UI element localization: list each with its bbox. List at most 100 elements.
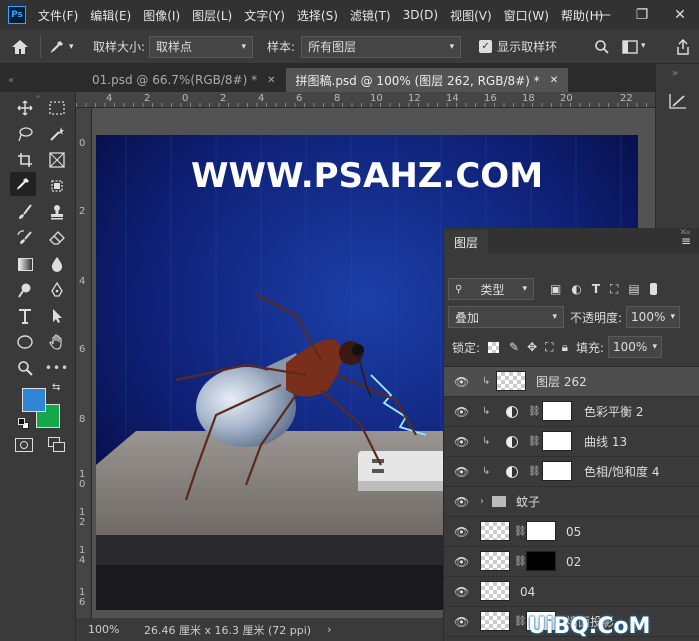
eye-icon[interactable]: 👁︎ xyxy=(454,555,469,569)
eye-icon[interactable]: 👁︎ xyxy=(454,495,469,509)
blend-mode-select[interactable]: 叠加 ▾ xyxy=(448,306,564,328)
menu-edit[interactable]: 编辑(E) xyxy=(84,7,137,24)
lasso-tool-icon[interactable] xyxy=(12,122,38,146)
tab-pintugao-psd[interactable]: 拼图稿.psd @ 100% (图层 262, RGB/8#) * ✕ xyxy=(285,68,569,92)
eyedropper-tool-icon[interactable] xyxy=(10,172,36,196)
zoom-level[interactable]: 100% xyxy=(88,623,128,636)
minimize-button[interactable]: — xyxy=(585,0,623,30)
pen-tool-icon[interactable] xyxy=(44,278,70,302)
smart-object-filter-icon[interactable]: ▤ xyxy=(628,282,639,296)
show-ring-checkbox[interactable]: ✓ xyxy=(479,40,493,53)
layer-row-hue-saturation[interactable]: 👁︎ ↳ ⛓ 色相/饱和度 4 xyxy=(444,457,699,487)
lock-image-icon[interactable]: ✎ xyxy=(509,340,519,354)
history-brush-tool-icon[interactable] xyxy=(12,226,38,250)
share-icon[interactable] xyxy=(676,38,690,58)
hand-tool-icon[interactable] xyxy=(44,330,70,354)
properties-panel-icon[interactable] xyxy=(668,92,688,113)
layer-name[interactable]: 曲线 13 xyxy=(584,433,627,450)
close-icon[interactable]: ✕ xyxy=(550,75,558,86)
collapse-icon[interactable]: « xyxy=(0,68,82,92)
eraser-tool-icon[interactable] xyxy=(44,226,70,250)
blur-tool-icon[interactable] xyxy=(44,252,70,276)
menu-filter[interactable]: 滤镜(T) xyxy=(344,7,397,24)
type-tool-icon[interactable] xyxy=(12,304,38,328)
lock-transparent-icon[interactable] xyxy=(488,341,500,353)
eye-icon[interactable]: 👁︎ xyxy=(454,525,469,539)
chevron-right-icon[interactable]: › xyxy=(480,496,484,507)
eye-icon[interactable]: 👁︎ xyxy=(454,465,469,479)
crop-tool-icon[interactable] xyxy=(12,148,38,172)
magic-wand-tool-icon[interactable] xyxy=(44,122,70,146)
path-select-tool-icon[interactable] xyxy=(44,304,70,328)
close-icon[interactable]: ✕ xyxy=(267,75,275,86)
sample-size-select[interactable]: 取样点 ▾ xyxy=(149,35,254,58)
menu-file[interactable]: 文件(F) xyxy=(32,7,84,24)
fill-input[interactable]: 100% ▾ xyxy=(608,336,663,358)
menu-type[interactable]: 文字(Y) xyxy=(238,7,291,24)
close-button[interactable]: ✕ xyxy=(661,0,699,30)
layer-row-curves[interactable]: 👁︎ ↳ ⛓ 曲线 13 xyxy=(444,427,699,457)
object-select-tool-icon[interactable] xyxy=(44,174,70,198)
dodge-tool-icon[interactable] xyxy=(12,278,38,302)
layer-name[interactable]: 色相/饱和度 4 xyxy=(584,463,660,480)
eye-icon[interactable]: 👁︎ xyxy=(454,375,469,389)
restore-button[interactable]: ❐ xyxy=(623,0,661,30)
opacity-input[interactable]: 100% ▾ xyxy=(626,306,681,328)
lock-all-icon[interactable]: 🔒︎ xyxy=(562,340,568,355)
type-filter-icon[interactable]: T xyxy=(592,282,600,296)
workspace-icon[interactable] xyxy=(622,40,638,57)
sample-select[interactable]: 所有图层 ▾ xyxy=(301,35,462,58)
stamp-tool-icon[interactable] xyxy=(44,200,70,224)
layer-name[interactable]: 蚊子 xyxy=(516,493,540,510)
eye-icon[interactable]: 👁︎ xyxy=(454,435,469,449)
home-icon[interactable] xyxy=(0,30,40,64)
menu-window[interactable]: 窗口(W) xyxy=(498,7,555,24)
layer-name[interactable]: 05 xyxy=(566,525,581,539)
layer-name[interactable]: 图层 262 xyxy=(536,373,587,390)
layer-group-mosquito[interactable]: 👁︎ › 蚊子 xyxy=(444,487,699,517)
screen-mode-icon[interactable] xyxy=(48,437,66,452)
more-tools-icon[interactable]: ••• xyxy=(44,356,70,380)
brush-tool-icon[interactable] xyxy=(12,200,38,224)
eye-icon[interactable]: 👁︎ xyxy=(454,615,469,629)
foreground-color-swatch[interactable] xyxy=(22,388,46,412)
default-colors-icon[interactable] xyxy=(18,418,30,430)
zoom-tool-icon[interactable] xyxy=(12,356,38,380)
layer-row-262[interactable]: 👁︎ ↳ 图层 262 xyxy=(444,367,699,397)
tab-layers[interactable]: 图层 xyxy=(444,230,489,254)
frame-tool-icon[interactable] xyxy=(44,148,70,172)
layer-row-02[interactable]: 👁︎ ⛓ 02 xyxy=(444,547,699,577)
close-icon[interactable]: ✕ xyxy=(679,228,687,238)
filter-toggle-icon[interactable] xyxy=(649,283,657,295)
image-filter-icon[interactable]: ▣ xyxy=(550,282,561,296)
gradient-tool-icon[interactable] xyxy=(12,252,38,276)
layer-name[interactable]: 04 xyxy=(520,585,535,599)
layer-name[interactable]: 色彩平衡 2 xyxy=(584,403,643,420)
status-arrow[interactable]: › xyxy=(327,623,331,636)
tab-01-psd[interactable]: 01.psd @ 66.7%(RGB/8#) * ✕ xyxy=(82,68,286,92)
eyedropper-tool-preset-icon[interactable]: ▾ xyxy=(49,39,89,55)
menu-select[interactable]: 选择(S) xyxy=(291,7,344,24)
eye-icon[interactable]: 👁︎ xyxy=(454,585,469,599)
lock-position-icon[interactable]: ✥ xyxy=(527,340,537,354)
move-tool-icon[interactable] xyxy=(12,96,38,120)
ellipse-tool-icon[interactable] xyxy=(12,330,38,354)
chevron-down-icon[interactable]: ▾ xyxy=(641,41,646,51)
lock-artboard-icon[interactable]: ⛶ xyxy=(545,340,553,355)
layer-row-04[interactable]: 👁︎ 04 xyxy=(444,577,699,607)
quick-mask-icon[interactable] xyxy=(15,438,33,452)
filter-kind-select[interactable]: ⚲ 类型 ▾ xyxy=(448,278,534,300)
layer-row-05[interactable]: 👁︎ ⛓ 05 xyxy=(444,517,699,547)
menu-image[interactable]: 图像(I) xyxy=(137,7,186,24)
collapse-icon[interactable]: » xyxy=(672,68,678,79)
adjustment-filter-icon[interactable]: ◐ xyxy=(571,282,581,296)
eye-icon[interactable]: 👁︎ xyxy=(454,405,469,419)
marquee-tool-icon[interactable] xyxy=(44,96,70,120)
menu-view[interactable]: 视图(V) xyxy=(444,7,498,24)
menu-3d[interactable]: 3D(D) xyxy=(397,8,444,22)
search-icon[interactable] xyxy=(594,39,610,58)
menu-layer[interactable]: 图层(L) xyxy=(186,7,238,24)
shape-filter-icon[interactable]: ⛶ xyxy=(610,282,618,297)
swap-colors-icon[interactable]: ⇆ xyxy=(52,382,60,393)
layer-name[interactable]: 02 xyxy=(566,555,581,569)
